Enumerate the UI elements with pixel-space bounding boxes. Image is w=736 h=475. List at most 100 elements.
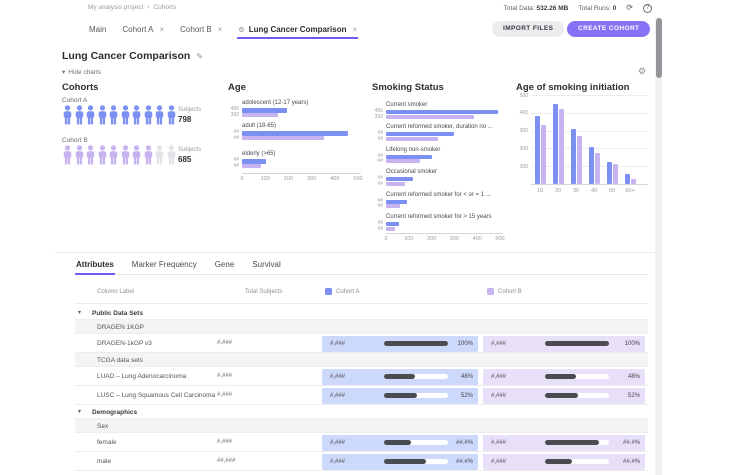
cell-bar-fill — [545, 374, 576, 379]
bar-group-label: adolescent (12-17 years) — [242, 100, 308, 106]
cell-value: #,### — [491, 369, 506, 385]
cohort-b-bar — [559, 109, 564, 184]
total-runs-label: Total Runs: — [578, 5, 611, 12]
import-files-button[interactable]: IMPORT FILES — [492, 21, 564, 37]
tab-lung-cancer-comparison[interactable]: ⚙Lung Cancer Comparison× — [237, 22, 358, 39]
tab-close-icon[interactable]: × — [352, 25, 357, 34]
bar-group-label: Occasional smoker — [386, 169, 437, 175]
cohort-b-bar — [386, 159, 420, 163]
x-axis-tick: 200 — [424, 236, 440, 242]
cell-value: #,### — [330, 336, 345, 352]
cohort-a-bar — [589, 147, 594, 184]
tab-cohort-a[interactable]: Cohort A× — [121, 22, 165, 39]
x-axis-line — [386, 233, 503, 234]
tab-main[interactable]: Main — [88, 22, 107, 39]
row-label: Demographics — [92, 409, 137, 416]
row-label: LUSC – Lung Squamous Cell Carcinoma — [97, 392, 215, 399]
table-row[interactable]: female#,####,#####.#%#,#####.#% — [75, 433, 648, 452]
table-row[interactable]: LUSC – Lung Squamous Cell Carcinoma#,###… — [75, 386, 648, 405]
collapse-icon: ▾ — [62, 68, 65, 76]
cell-percentage: 52% — [600, 388, 640, 404]
tab-bar: MainCohort A×Cohort B×⚙Lung Cancer Compa… — [88, 22, 358, 39]
cohort-b-cell: #,#####.#% — [483, 454, 645, 470]
bar-group-values: #### — [368, 176, 383, 187]
cohort-b-bar — [386, 137, 438, 141]
tab-cohort-b[interactable]: Cohort B× — [179, 22, 223, 39]
bar-group-label: Current reformed smoker, duration no ... — [386, 124, 493, 130]
cell-percentage: 100% — [600, 336, 640, 352]
bar-value-label: ## — [368, 137, 383, 143]
tab-close-icon[interactable]: × — [218, 25, 223, 34]
row-label: TCGA data sets — [97, 357, 143, 364]
vertical-scrollbar-track[interactable] — [655, 18, 662, 475]
y-axis-tick: 500 — [516, 93, 528, 99]
page-title-text: Lung Cancer Comparison — [62, 50, 190, 62]
cohort-a-legend-swatch — [325, 288, 332, 295]
table-tab-survival[interactable]: Survival — [251, 258, 281, 274]
page-title: Lung Cancer Comparison ✎ — [62, 50, 203, 62]
x-axis-tick: 300 — [304, 176, 320, 182]
table-section-row[interactable]: ▾Demographics — [75, 405, 648, 419]
cohort-a-cell: #,###48% — [322, 369, 478, 385]
total-data-value: 532.26 MB — [537, 5, 569, 12]
y-axis-tick: 400 — [516, 110, 528, 116]
row-label: Sex — [97, 423, 108, 430]
total-subjects-value: #,### — [217, 439, 232, 445]
y-axis-tick: 200 — [516, 146, 528, 152]
row-label: DRAGEN 1KGP — [97, 324, 144, 331]
tab-label: Main — [89, 25, 106, 34]
table-row[interactable]: LUAD – Lung Adenocarcinoma#,####,###48%#… — [75, 367, 648, 386]
cohort-b-bar — [577, 136, 582, 184]
y-axis-tick: 100 — [516, 164, 528, 170]
help-icon[interactable]: ? — [643, 4, 652, 13]
cohort-a-cell: #,#####.#% — [322, 454, 478, 470]
table-section-row[interactable]: ▾Public Data Sets — [75, 306, 648, 320]
cohort-a-bar — [386, 155, 432, 159]
y-gridline — [531, 95, 648, 96]
total-runs-value: 0 — [613, 5, 617, 12]
x-axis-tick: 0 — [378, 236, 394, 242]
cohort-b-cell: #,###52% — [483, 388, 645, 404]
table-tab-attributes[interactable]: Attributes — [75, 258, 115, 275]
tab-label: Lung Cancer Comparison — [249, 25, 347, 34]
table-row[interactable]: DRAGEN-1kGP v3#,####,###100%#,###100% — [75, 334, 648, 353]
charts-settings-gear-icon[interactable]: ⚙ — [638, 66, 646, 77]
hide-charts-toggle[interactable]: ▾ Hide charts — [62, 68, 101, 76]
total-subjects-header: Total Subjects — [245, 289, 282, 295]
person-icon — [74, 145, 85, 165]
row-label: male — [97, 458, 111, 465]
table-header: Column Label Total Subjects Cohort A Coh… — [75, 283, 648, 304]
hide-charts-label: Hide charts — [68, 69, 101, 76]
cohort-a-bar — [242, 131, 348, 136]
cohort-a-population-icons — [62, 105, 177, 125]
table-group-row: DRAGEN 1KGP — [75, 320, 648, 334]
person-icon — [154, 145, 165, 165]
total-subjects-value: ##,### — [217, 458, 235, 464]
x-axis-tick: 100 — [257, 176, 273, 182]
person-icon — [74, 105, 85, 125]
cohort-a-bar — [625, 174, 630, 184]
person-icon — [143, 145, 154, 165]
section-divider — [55, 252, 655, 253]
breadcrumb-project-link[interactable]: My analysis project — [88, 4, 143, 11]
table-tab-gene[interactable]: Gene — [214, 258, 236, 274]
cell-percentage: 48% — [433, 369, 473, 385]
create-cohort-button[interactable]: CREATE COHORT — [567, 21, 650, 37]
person-icon — [85, 145, 96, 165]
edit-icon[interactable]: ✎ — [196, 52, 203, 61]
cohort-a-bar — [571, 129, 576, 184]
table-row[interactable]: male ##,### #,#####.#% #,#####.#% — [75, 452, 648, 471]
table-tab-marker-frequency[interactable]: Marker Frequency — [131, 258, 198, 274]
total-subjects-value: #,### — [217, 392, 232, 398]
x-axis-tick: 10 — [532, 188, 548, 194]
tab-close-icon[interactable]: × — [159, 25, 164, 34]
y-gridline — [531, 113, 648, 114]
row-label: LUAD – Lung Adenocarcinoma — [97, 373, 186, 380]
cell-bar-fill — [384, 440, 411, 445]
refresh-icon[interactable]: ⟳ — [626, 3, 633, 13]
x-axis-tick: 400 — [327, 176, 343, 182]
cell-percentage: ##.#% — [433, 435, 473, 451]
cohort-b-bar — [242, 164, 261, 169]
cohort-b-bar — [386, 227, 395, 231]
vertical-scrollbar-thumb[interactable] — [656, 18, 662, 78]
